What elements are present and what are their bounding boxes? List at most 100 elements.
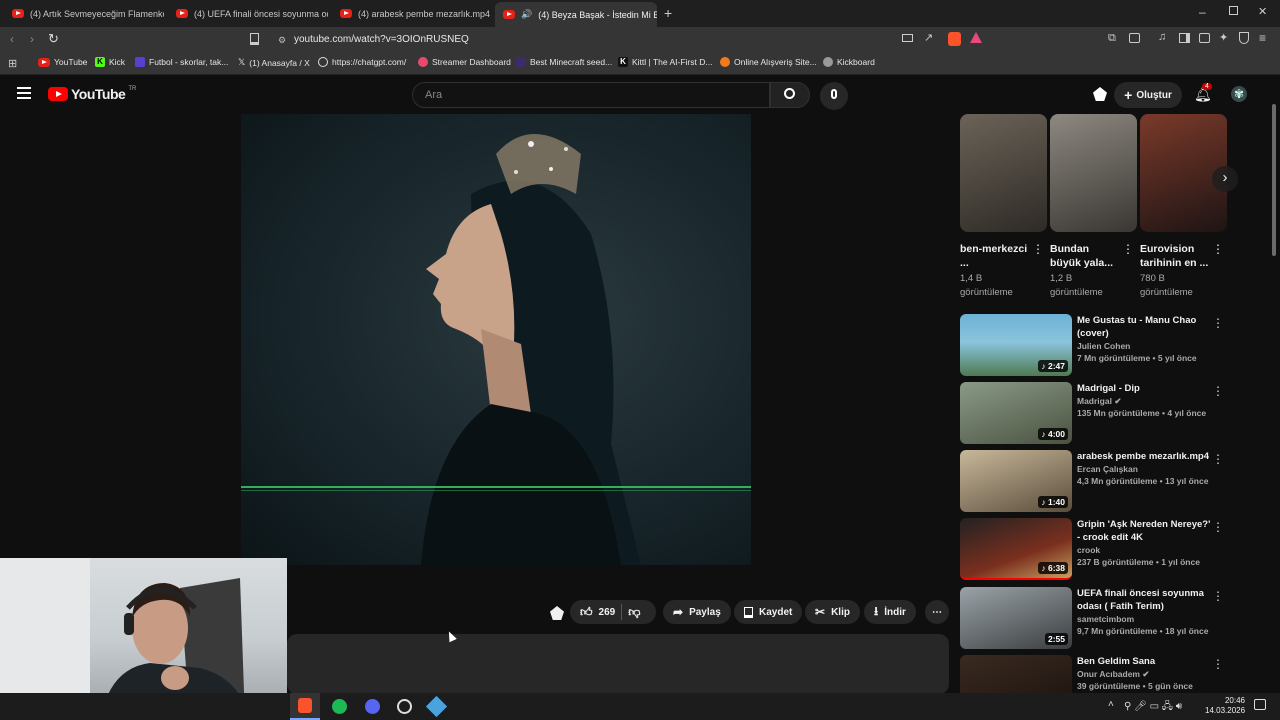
browser-tab-active[interactable]: 🔊 (4) Beyza Başak - İstedin Mi B ✕ [495, 2, 657, 27]
bookmark-kick[interactable]: K Kick [95, 57, 125, 67]
video-menu-icon[interactable]: ⋮ [1212, 589, 1224, 603]
recommendation-item[interactable]: ♪ 1:40 arabesk pembe mezarlık.mp4 Ercan Ç… [960, 450, 1230, 514]
bookmark-x[interactable]: 𝕏 (1) Anasayfa / X [238, 57, 310, 68]
recommendation-item[interactable]: 2:55 UEFA finali öncesi soyunma odası ( … [960, 587, 1230, 651]
notifications-button[interactable]: 🔔︎ 4 [1194, 83, 1212, 102]
short-menu-icon[interactable]: ⋮ [1032, 242, 1044, 256]
bookmark-youtube[interactable]: YouTube [38, 57, 87, 67]
bookmark-label: Kickboard [837, 57, 875, 67]
streamer-dashboard-icon [418, 57, 428, 67]
duration-badge: ♪ 4:00 [1038, 428, 1068, 440]
discord-icon[interactable] [365, 699, 380, 714]
more-actions-button[interactable]: ⋯ [925, 600, 949, 624]
bookmark-futbol[interactable]: Futbol - skorlar, tak... [135, 57, 228, 67]
short-item[interactable]: Bundan büyük yala... 1,2 B görüntüleme ⋮ [1050, 114, 1137, 300]
flashscore-icon [135, 57, 145, 67]
browser-tab[interactable]: (4) arabesk pembe mezarlık.mp4 - Yo [332, 3, 492, 24]
recommendation-item[interactable]: ♪ 6:38 Gripin 'Aşk Nereden Nereye?' - cr… [960, 518, 1230, 582]
voice-search-button[interactable] [820, 82, 848, 110]
tray-icons[interactable]: ⚲ 🎤︎ ▭ 🖧 🔊︎ [1124, 699, 1182, 716]
music-icon[interactable]: ♫ [1158, 31, 1166, 43]
forward-icon[interactable]: › [30, 32, 34, 46]
taskbar-brave[interactable] [290, 693, 320, 720]
vpn-shield-icon[interactable] [1239, 32, 1249, 44]
site-info-icon[interactable]: ⚙ [278, 31, 286, 49]
download-button[interactable]: ⭳ İndir [864, 600, 916, 624]
recommendation-item[interactable]: ♪ 2:47 Me Gustas tu - Manu Chao (cover) J… [960, 314, 1230, 378]
extensions-icon[interactable]: ⧉ [1108, 32, 1116, 45]
browser-tab[interactable]: (4) UEFA finali öncesi soyunma odası [168, 3, 328, 24]
share-button[interactable]: ➦ Paylaş [663, 600, 731, 624]
address-bar-row: ‹ › ↻ ⚙ youtube.com/watch?v=3OIOnRUSNEQ … [0, 27, 1280, 53]
bookmark-kickboard[interactable]: Kickboard [823, 57, 875, 67]
clip-button[interactable]: ✂ Klip [805, 600, 860, 624]
cast-icon[interactable] [902, 34, 913, 42]
channel-name: sametcimbom [1077, 614, 1135, 624]
new-tab-icon[interactable]: + [664, 5, 672, 21]
brave-icon [298, 698, 312, 713]
short-menu-icon[interactable]: ⋮ [1122, 242, 1134, 256]
short-views: 1,2 B görüntüleme [1050, 273, 1103, 298]
kick-icon: K [95, 57, 105, 67]
minimize-icon[interactable]: – [1199, 5, 1206, 19]
youtube-logo[interactable]: YouTube TR [48, 86, 136, 102]
share-page-icon[interactable]: ↗ [924, 31, 933, 44]
screenshot-icon[interactable] [1129, 33, 1140, 43]
thumbs-down-icon[interactable]: 👎︎ [628, 605, 640, 620]
video-menu-icon[interactable]: ⋮ [1212, 657, 1224, 671]
tray-chevron-icon[interactable]: ˄ [1108, 699, 1114, 710]
create-button[interactable]: + Oluştur [1114, 82, 1182, 108]
scissors-icon: ✂ [815, 605, 826, 619]
bookmark-shopping[interactable]: Online Alışveriş Site... [720, 57, 817, 67]
bookmark-page-icon[interactable] [250, 33, 259, 45]
restore-icon[interactable] [1229, 6, 1238, 15]
browser-tab[interactable]: (4) Artık Sevmeyeceğim Flamenko Sa [4, 3, 164, 24]
bookmark-minecraft[interactable]: Best Minecraft seed... [516, 57, 612, 67]
close-window-icon[interactable]: ✕ [1258, 5, 1267, 18]
short-item[interactable]: ben-merkezci ... 1,4 B görüntüleme ⋮ [960, 114, 1047, 300]
video-player[interactable] [241, 114, 751, 565]
like-button[interactable]: 👍︎ 269 [580, 605, 615, 620]
page-scrollbar[interactable] [1272, 104, 1276, 256]
shorts-next-button[interactable]: › [1212, 166, 1238, 192]
sidebar-toggle-icon[interactable] [1179, 33, 1190, 43]
premium-icon[interactable] [1093, 87, 1107, 101]
video-menu-icon[interactable]: ⋮ [1212, 316, 1224, 330]
bookmark-streamer-dashboard[interactable]: Streamer Dashboard [418, 57, 511, 67]
url-field[interactable]: ⚙ youtube.com/watch?v=3OIOnRUSNEQ [274, 31, 994, 49]
thanks-icon[interactable] [550, 606, 564, 620]
video-menu-icon[interactable]: ⋮ [1212, 520, 1224, 534]
video-menu-icon[interactable]: ⋮ [1212, 384, 1224, 398]
more-icon: ⋯ [932, 606, 942, 618]
spotify-icon[interactable] [332, 699, 347, 714]
short-item[interactable]: Eurovision tarihinin en ... 780 B görünt… [1140, 114, 1227, 300]
channel-name: Onur Acıbadem ✔ [1077, 669, 1150, 679]
reload-icon[interactable]: ↻ [48, 31, 59, 47]
bookmark-chatgpt[interactable]: https://chatgpt.com/ [318, 57, 406, 67]
wallet-icon[interactable] [1199, 33, 1210, 43]
search-placeholder: Ara [425, 89, 443, 101]
hamburger-menu-icon[interactable] [17, 87, 31, 99]
notification-center-icon[interactable] [1254, 699, 1266, 710]
search-input[interactable]: Ara [412, 82, 770, 108]
brave-shields-icon[interactable] [948, 32, 961, 46]
video-meta: 135 Mn görüntüleme • 4 yıl önce [1077, 408, 1207, 418]
menu-icon[interactable]: ≡ [1259, 31, 1266, 45]
recommendation-item[interactable]: Ben Geldim Sana Onur Acıbadem ✔ 39 görüntü… [960, 655, 1230, 693]
video-menu-icon[interactable]: ⋮ [1212, 452, 1224, 466]
save-button[interactable]: Kaydet [734, 600, 803, 624]
back-icon[interactable]: ‹ [10, 32, 14, 46]
description-box[interactable] [287, 634, 949, 694]
brave-rewards-icon[interactable] [970, 32, 982, 43]
search-button[interactable] [770, 82, 810, 108]
recommendation-item[interactable]: ♪ 4:00 Madrigal - Dip Madrigal ✔ 135 Mn gö… [960, 382, 1230, 446]
obs-icon[interactable] [397, 699, 412, 714]
avatar[interactable]: ✾ [1231, 86, 1247, 102]
clock[interactable]: 20:46 14.03.2026 [1205, 696, 1245, 716]
short-menu-icon[interactable]: ⋮ [1212, 242, 1224, 256]
apps-grid-icon[interactable]: ⊞ [8, 57, 17, 70]
bookmark-kittl[interactable]: K Kittl | The AI-First D... [618, 57, 712, 67]
leo-ai-icon[interactable]: ✦ [1219, 31, 1228, 44]
youtube-favicon-icon [176, 9, 188, 18]
app-icon[interactable] [425, 695, 448, 718]
